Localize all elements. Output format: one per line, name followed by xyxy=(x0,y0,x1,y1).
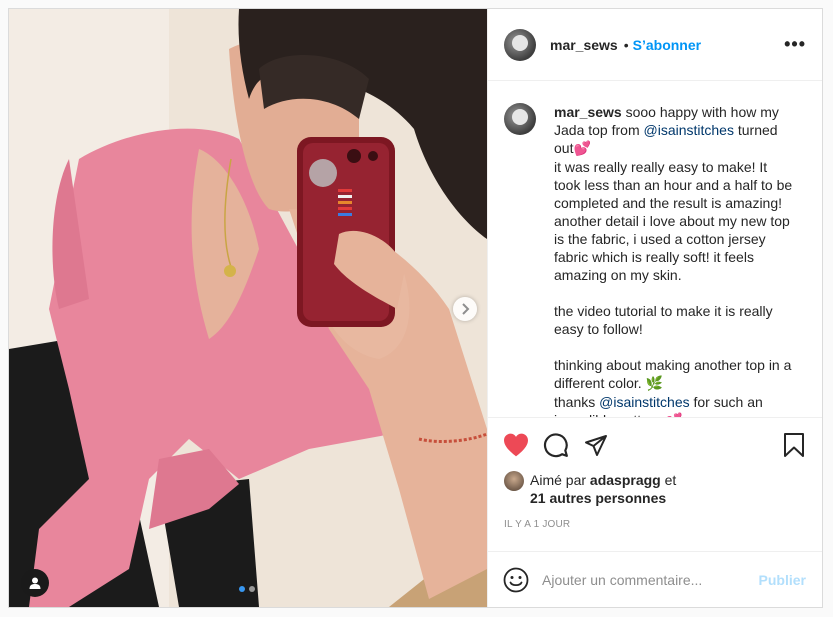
caption-body: it was really really easy to make! It to… xyxy=(554,159,793,391)
header-separator: • xyxy=(623,36,629,53)
caption-username[interactable]: mar_sews xyxy=(554,104,622,120)
like-button[interactable] xyxy=(496,425,536,465)
save-button[interactable] xyxy=(774,425,814,465)
post-photo[interactable] xyxy=(9,9,487,607)
caption: mar_sews sooo happy with how my Jada top… xyxy=(504,103,806,417)
post-timestamp[interactable]: IL Y A 1 JOUR xyxy=(488,507,822,541)
carousel-dot xyxy=(249,586,255,592)
paper-plane-icon xyxy=(585,434,607,456)
post-card: mar_sews • S’abonner ••• mar_sews sooo h… xyxy=(8,8,823,608)
likes-conjunction: et xyxy=(660,472,677,488)
mention-link-2[interactable]: @isainstitches xyxy=(599,394,689,410)
hearts-emoji: 💕 xyxy=(573,141,591,157)
herb-emoji: 🌿 xyxy=(645,376,664,392)
comment-input[interactable] xyxy=(542,571,759,588)
mention-link[interactable]: @isainstitches xyxy=(644,122,734,138)
likes-prefix: Aimé par xyxy=(530,472,590,488)
photo-scene xyxy=(9,9,487,607)
comments-section[interactable]: mar_sews sooo happy with how my Jada top… xyxy=(488,81,822,417)
more-options-icon[interactable]: ••• xyxy=(784,34,806,55)
share-button[interactable] xyxy=(576,425,616,465)
liker-avatar[interactable] xyxy=(504,471,524,491)
chevron-right-icon xyxy=(462,303,470,315)
comment-bubble-icon xyxy=(543,432,568,457)
avatar[interactable] xyxy=(504,28,536,61)
comment-button[interactable] xyxy=(536,425,576,465)
first-liker-link[interactable]: adaspragg xyxy=(590,472,661,488)
bookmark-icon xyxy=(784,432,804,457)
carousel-dot-active xyxy=(239,586,245,592)
smiley-icon xyxy=(503,567,529,592)
heart-filled-icon xyxy=(504,433,528,456)
hearts-emoji-2: 💕 xyxy=(665,413,682,417)
person-icon xyxy=(29,577,41,589)
other-likers-link[interactable]: 21 autres personnes xyxy=(530,490,666,506)
emoji-picker-button[interactable] xyxy=(502,566,530,594)
caption-text: mar_sews sooo happy with how my Jada top… xyxy=(554,103,796,417)
next-slide-button[interactable] xyxy=(453,297,477,321)
post-author-username[interactable]: mar_sews xyxy=(550,37,618,53)
tagged-users-button[interactable] xyxy=(21,569,49,597)
post-details-panel: mar_sews • S’abonner ••• mar_sews sooo h… xyxy=(487,9,822,607)
add-comment-bar: Publier xyxy=(488,551,822,607)
follow-button[interactable]: S’abonner xyxy=(633,37,701,53)
publish-comment-button[interactable]: Publier xyxy=(759,572,806,588)
likes-summary: Aimé par adaspragg et 21 autres personne… xyxy=(488,471,822,507)
action-bar xyxy=(488,417,822,471)
carousel-indicator xyxy=(239,586,255,592)
likes-text: Aimé par adaspragg et 21 autres personne… xyxy=(530,471,676,507)
caption-thanks-prefix: thanks xyxy=(554,394,596,410)
caption-avatar[interactable] xyxy=(504,103,536,135)
post-header: mar_sews • S’abonner ••• xyxy=(488,9,822,81)
